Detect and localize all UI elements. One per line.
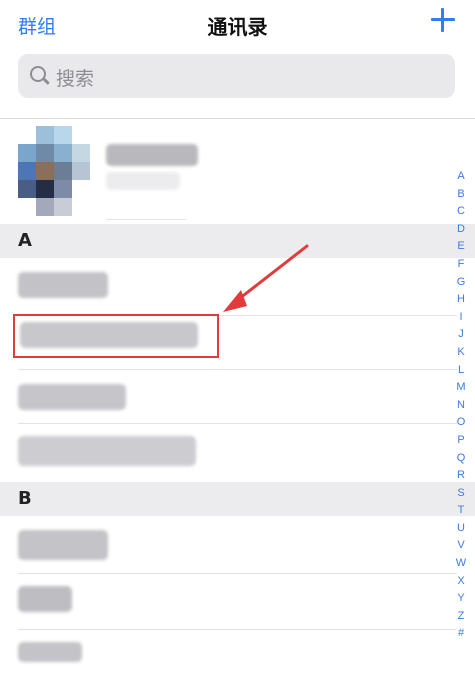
index-letter[interactable]: K xyxy=(449,344,473,362)
contact-row[interactable] xyxy=(0,628,475,686)
contact-row[interactable] xyxy=(0,424,475,482)
index-letter[interactable]: G xyxy=(449,274,473,292)
my-card[interactable] xyxy=(0,120,475,220)
index-letter[interactable]: F xyxy=(449,256,473,274)
index-letter[interactable]: W xyxy=(449,555,473,573)
index-letter[interactable]: I xyxy=(449,309,473,327)
section-letter: B xyxy=(18,488,32,509)
index-letter[interactable]: M xyxy=(449,379,473,397)
blurred-subtitle xyxy=(106,172,180,190)
index-letter[interactable]: J xyxy=(449,326,473,344)
blurred-contact-name xyxy=(18,530,108,560)
page-title: 通讯录 xyxy=(207,15,268,39)
index-letter[interactable]: E xyxy=(449,238,473,256)
blurred-contact-name xyxy=(18,272,108,298)
index-letter[interactable]: C xyxy=(449,203,473,221)
index-letter[interactable]: R xyxy=(449,467,473,485)
contact-row[interactable] xyxy=(0,366,475,424)
index-letter[interactable]: Z xyxy=(449,608,473,626)
contact-row[interactable] xyxy=(0,516,475,574)
index-letter[interactable]: T xyxy=(449,502,473,520)
index-letter[interactable]: # xyxy=(449,625,473,643)
divider xyxy=(0,118,475,119)
blurred-contact-name xyxy=(18,586,72,612)
index-letter[interactable]: D xyxy=(449,221,473,239)
plus-icon[interactable] xyxy=(429,6,457,34)
section-letter: A xyxy=(18,230,32,251)
blurred-contact-name xyxy=(18,642,82,662)
search-placeholder: 搜索 xyxy=(56,68,95,90)
blurred-contact-name xyxy=(18,384,126,410)
index-letter[interactable]: S xyxy=(449,485,473,503)
index-letter[interactable]: B xyxy=(449,186,473,204)
index-letter[interactable]: Y xyxy=(449,590,473,608)
contact-row[interactable] xyxy=(0,572,475,630)
highlight-box xyxy=(13,314,219,358)
alphabet-index[interactable]: A B C D E F G H I J K L M N O P Q R S T U V W X Y Z # xyxy=(449,168,473,643)
index-letter[interactable]: O xyxy=(449,414,473,432)
index-letter[interactable]: X xyxy=(449,573,473,591)
search-icon xyxy=(30,66,50,85)
navigation-bar: 群组 通讯录 xyxy=(0,0,475,50)
blurred-contact-name xyxy=(18,436,196,466)
blurred-name xyxy=(106,144,198,166)
index-letter[interactable]: V xyxy=(449,537,473,555)
section-header-b: B xyxy=(0,482,475,516)
search-input[interactable]: 搜索 xyxy=(18,54,455,98)
index-letter[interactable]: A xyxy=(449,168,473,186)
index-letter[interactable]: L xyxy=(449,362,473,380)
index-letter[interactable]: H xyxy=(449,291,473,309)
index-letter[interactable]: N xyxy=(449,397,473,415)
arrow-icon xyxy=(223,244,309,312)
index-letter[interactable]: U xyxy=(449,520,473,538)
index-letter[interactable]: Q xyxy=(449,450,473,468)
avatar xyxy=(18,126,90,216)
index-letter[interactable]: P xyxy=(449,432,473,450)
